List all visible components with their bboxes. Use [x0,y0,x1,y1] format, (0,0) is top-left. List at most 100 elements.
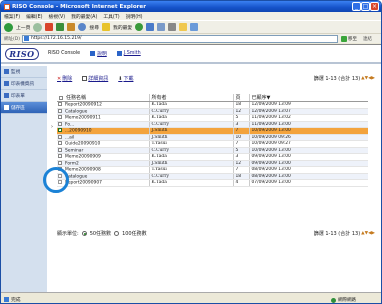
ie-icon [4,3,10,10]
app-name: RISO Console [48,51,81,56]
menu-file[interactable]: 檔案(F) [4,13,20,20]
list-icon [4,93,9,98]
row-checkbox[interactable] [58,147,62,152]
browser-toolbar: 上一頁 搜尋 我的最愛 [1,20,381,33]
sidebar-item-storage[interactable]: 儲存區 [1,102,47,114]
storage-icon [4,105,9,110]
mail-icon[interactable] [157,23,166,31]
chevron-right-icon: › [51,124,53,130]
page-header: RISO RISO Console 說明 J.Smith [1,45,381,64]
header-pages[interactable]: 頁 [232,94,249,102]
cell-owner: K.Tada [148,179,233,187]
sidebar: 監視 印表機資訊 印表單 儲存區 [1,66,47,293]
select-all-checkbox[interactable] [59,95,63,100]
header-job-name[interactable]: 任務名稱 [57,94,149,102]
details-button[interactable]: 詳細資訊 [82,75,108,82]
cell-job-name[interactable]: Report20090907 [57,179,149,187]
messenger-icon[interactable] [190,23,199,31]
search-icon[interactable] [78,23,87,31]
user-icon [116,51,122,56]
media-icon[interactable] [135,23,144,31]
menu-favorites[interactable]: 我的最愛(A) [71,13,97,20]
cell-date: 07/09/2009 13:00 [248,179,368,187]
pagination-arrows-bottom-icon[interactable]: ▲▼◀▶ [361,231,375,236]
status-text: 完成 [11,297,21,303]
row-checkbox[interactable] [58,141,62,145]
zone-label: 網際網路 [338,298,356,303]
row-checkbox[interactable] [58,160,62,165]
forward-icon[interactable] [33,22,43,32]
download-button[interactable]: ⬇ 下載 [118,75,133,83]
go-icon[interactable] [340,35,347,42]
address-label: 網址(D) [4,36,20,42]
table-row[interactable]: Report20090907 K.Tada 4 07/09/2009 13:00 [57,179,368,187]
menu-help[interactable]: 說明(H) [126,13,143,20]
print-icon[interactable] [168,23,177,31]
table-header: 任務名稱 所有者 頁 已顯序▼ [57,94,368,102]
links-button[interactable]: 連結 [363,36,372,42]
record-count-bottom: 篩選 1-13 (合計 13) [313,231,361,237]
per-page-50-radio[interactable] [81,231,87,236]
sidebar-item-monitor[interactable]: 監視 [1,66,47,78]
monitor-icon [4,69,9,74]
delete-icon: ✕ [57,75,62,82]
address-url[interactable]: https://172.16.15.219/ [31,36,82,41]
job-table: 任務名稱 所有者 頁 已顯序▼ Report20090912 K.Tada 18 12… [57,94,368,187]
address-bar: 網址(D) https://172.16.15.219/ 移至 連結 [1,33,381,43]
browser-window: RISO Console - Microsoft Internet Explor… [0,0,382,304]
highlight-circle [43,167,69,193]
help-link[interactable]: 說明 [90,50,107,57]
row-checkbox[interactable] [58,102,62,106]
back-label[interactable]: 上一頁 [16,24,30,31]
sidebar-item-print-list[interactable]: 印表單 [1,90,47,102]
per-page-label: 顯示單位: [57,231,79,237]
minimize-button[interactable]: _ [352,2,361,11]
favorites-icon[interactable] [102,23,111,31]
per-page-50-label[interactable]: 50任務數 [90,230,111,237]
cell-pages: 4 [232,179,249,187]
menu-view[interactable]: 檢視(V) [48,13,65,20]
menu-tools[interactable]: 工具(T) [103,13,119,20]
search-label[interactable]: 搜尋 [89,24,99,31]
row-checkbox[interactable] [58,134,62,139]
back-icon[interactable] [4,22,13,32]
details-icon [82,76,88,81]
go-button[interactable]: 移至 [348,36,357,42]
window-title: RISO Console - Microsoft Internet Explor… [12,3,146,10]
per-page-100-radio[interactable] [114,231,120,236]
home-icon[interactable] [67,23,76,31]
pagination-arrows-icon[interactable]: ▲▼◀▶ [361,76,375,81]
done-icon [4,296,9,302]
record-count: 篩選 1-13 (合計 13) [313,76,361,82]
globe-icon [331,297,336,303]
row-checkbox[interactable] [58,108,62,113]
header-owner[interactable]: 所有者 [148,94,233,102]
row-checkbox[interactable] [58,121,62,126]
refresh-icon[interactable] [56,23,65,31]
favorites-label[interactable]: 我的最愛 [113,24,132,31]
folder-icon[interactable] [179,23,188,31]
maximize-button[interactable]: □ [361,2,370,11]
riso-logo: RISO [5,47,39,60]
action-bar: ✕ 刪除 詳細資訊 ⬇ 下載 [57,75,133,83]
menu-edit[interactable]: 編輯(E) [26,13,42,20]
page-icon [23,36,29,41]
download-icon: ⬇ [118,75,123,82]
title-bar: RISO Console - Microsoft Internet Explor… [1,1,381,12]
header-date[interactable]: 已顯序▼ [248,94,368,102]
row-checkbox[interactable] [58,154,62,158]
history-icon[interactable] [146,23,155,31]
sidebar-item-printer-info[interactable]: 印表機資訊 [1,78,47,90]
zone-indicator: 網際網路 [331,297,356,303]
delete-button[interactable]: ✕ 刪除 [57,75,72,83]
status-bar: 完成 網際網路 [1,292,381,303]
menu-bar: 檔案(F) 編輯(E) 檢視(V) 我的最愛(A) 工具(T) 說明(H) [1,12,381,20]
row-checkbox[interactable] [58,115,62,119]
user-link[interactable]: J.Smith [116,51,141,56]
address-input[interactable]: https://172.16.15.219/ [21,34,338,43]
stop-icon[interactable] [45,23,54,31]
per-page-100-label[interactable]: 100任務數 [122,230,147,237]
row-checkbox[interactable] [58,128,62,132]
close-button[interactable]: × [370,2,379,11]
pagination-bottom: 篩選 1-13 (合計 13) ▲▼◀▶ [314,230,375,237]
